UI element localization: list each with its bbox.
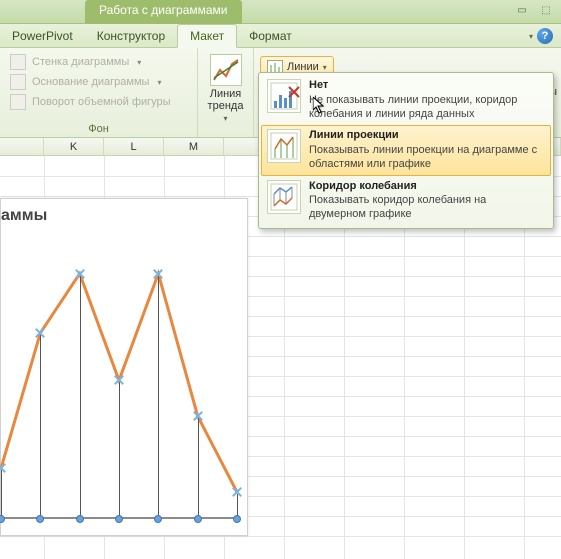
axis-marker[interactable] — [194, 515, 202, 523]
dropdown-item-highlow[interactable]: Коридор колебания Показывать коридор кол… — [261, 176, 551, 226]
rotate-3d-icon — [10, 94, 26, 110]
dropdown-item-desc: Показывать линии проекции на диаграмме с… — [309, 144, 537, 170]
chart-wall-button: Стенка диаграммы ▾ — [6, 52, 191, 72]
tab-format[interactable]: Формат — [237, 25, 304, 47]
data-point-marker[interactable] — [34, 327, 46, 339]
column-header-k[interactable]: K — [44, 138, 104, 155]
chart-tools-title: Работа с диаграммами — [85, 0, 242, 24]
chart-base-icon — [10, 74, 26, 90]
minimize-ribbon-icon[interactable]: ▭ — [513, 3, 531, 17]
drop-line — [1, 470, 2, 519]
dropdown-item-title: Линии проекции — [309, 129, 545, 143]
drop-line — [80, 276, 81, 519]
column-header-m[interactable]: M — [164, 138, 224, 155]
dropdown-item-text: Линии проекции Показывать линии проекции… — [309, 129, 545, 171]
trendline-icon — [210, 54, 242, 86]
data-point-marker[interactable] — [152, 268, 164, 280]
chart-wall-icon — [10, 54, 26, 70]
axis-marker[interactable] — [36, 515, 44, 523]
group-label-background: Фон — [6, 121, 191, 135]
drop-line — [119, 382, 120, 519]
ribbon-group-background: Стенка диаграммы ▾ Основание диаграммы ▾… — [0, 48, 198, 137]
data-point-marker[interactable] — [231, 486, 243, 498]
dropdown-item-desc: Показывать коридор колебания на двумерно… — [309, 194, 486, 220]
chart-base-button: Основание диаграммы ▾ — [6, 72, 191, 92]
data-point-marker[interactable] — [74, 268, 86, 280]
chart-title-fragment[interactable]: аммы — [1, 207, 47, 225]
trendline-label: Линия тренда — [208, 88, 244, 112]
chart-wall-label: Стенка диаграммы — [32, 56, 129, 68]
help-icon[interactable]: ? — [537, 28, 553, 44]
dropdown-item-none[interactable]: Нет Не показывать линии проекции, коридо… — [261, 75, 551, 125]
dropdown-item-text: Коридор колебания Показывать коридор кол… — [309, 180, 545, 222]
embedded-chart[interactable]: аммы — [0, 198, 248, 536]
ribbon-group-analysis: Линия тренда ▾ — [198, 48, 254, 137]
drop-line — [198, 418, 199, 519]
rotate-3d-label: Поворот объемной фигуры — [32, 96, 171, 108]
axis-marker[interactable] — [233, 515, 241, 523]
chevron-down-icon: ▾ — [323, 63, 327, 72]
drop-line — [40, 335, 41, 519]
dropdown-item-title: Коридор колебания — [309, 180, 545, 194]
data-point-marker[interactable] — [192, 410, 204, 422]
axis-marker[interactable] — [0, 515, 5, 523]
tab-designer[interactable]: Конструктор — [85, 25, 177, 47]
dropdown-item-droplines[interactable]: Линии проекции Показывать линии проекции… — [261, 125, 551, 175]
column-header[interactable] — [0, 138, 44, 155]
rotate-3d-button: Поворот объемной фигуры — [6, 92, 191, 112]
dropdown-item-desc: Не показывать линии проекции, коридор ко… — [309, 94, 517, 120]
chart-tools-titlebar: Работа с диаграммами ▭ ⬚ — [0, 0, 561, 24]
chart-plot-area[interactable] — [1, 259, 237, 519]
axis-marker[interactable] — [154, 515, 162, 523]
data-point-marker[interactable] — [0, 462, 7, 474]
axis-marker[interactable] — [76, 515, 84, 523]
chevron-down-icon: ▾ — [157, 78, 161, 87]
tab-layout[interactable]: Макет — [177, 24, 237, 48]
none-icon — [267, 79, 301, 113]
window-controls: ▭ ⬚ — [513, 3, 555, 17]
chevron-down-icon: ▾ — [137, 58, 141, 67]
mouse-cursor-icon — [313, 97, 325, 113]
drop-line — [158, 276, 159, 519]
droplines-icon — [267, 129, 301, 163]
ribbon-tabstrip: PowerPivot Конструктор Макет Формат ▾ ? — [0, 24, 561, 48]
tab-powerpivot[interactable]: PowerPivot — [0, 25, 85, 47]
chart-base-label: Основание диаграммы — [32, 76, 149, 88]
data-point-marker[interactable] — [113, 374, 125, 386]
dropdown-item-title: Нет — [309, 79, 545, 93]
trendline-button[interactable]: Линия тренда ▾ — [201, 52, 251, 125]
highlow-icon — [267, 180, 301, 214]
chevron-down-icon: ▾ — [223, 114, 227, 123]
dropdown-item-text: Нет Не показывать линии проекции, коридо… — [309, 79, 545, 121]
restore-icon[interactable]: ⬚ — [537, 3, 555, 17]
axis-marker[interactable] — [115, 515, 123, 523]
column-header-l[interactable]: L — [104, 138, 164, 155]
help-dropdown-icon[interactable]: ▾ — [529, 32, 533, 41]
lines-dropdown-menu: Нет Не показывать линии проекции, коридо… — [258, 72, 554, 229]
